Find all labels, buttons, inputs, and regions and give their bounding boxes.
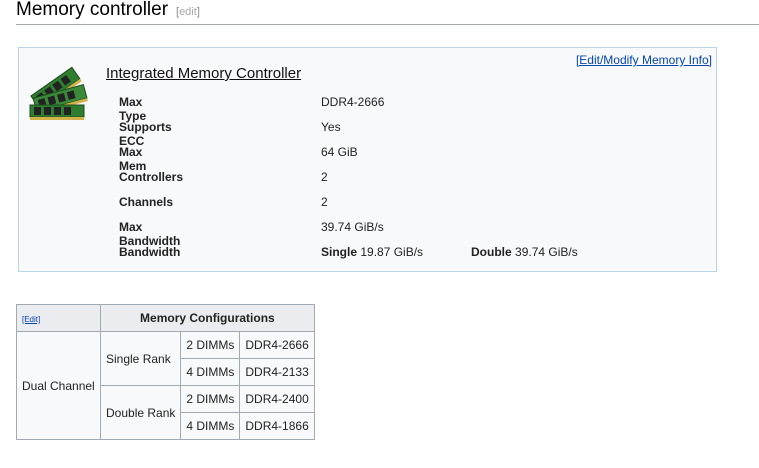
bandwidth-single-value: 19.87 GiB/s — [360, 245, 424, 259]
spec-label: Supports ECC — [119, 120, 172, 148]
bandwidth-double-value: 39.74 GiB/s — [515, 245, 578, 259]
bandwidth-single-label: Single — [321, 245, 358, 259]
memory-card-title: Integrated Memory Controller — [106, 65, 302, 82]
section-edit-link[interactable]: edit — [179, 6, 197, 18]
spec-label: Bandwidth — [119, 245, 181, 259]
spec-label: Max Bandwidth — [119, 220, 181, 248]
type-cell: DDR4-1866 — [239, 412, 315, 440]
spec-label: Controllers — [119, 170, 184, 184]
table-header-row: [Edit] Memory Configurations — [16, 304, 315, 332]
table-edit-link[interactable]: [Edit] — [22, 315, 40, 324]
bandwidth-double-label: Double — [471, 245, 512, 259]
memory-info-card: [Edit/Modify Memory Info] Integrated Mem… — [18, 47, 717, 272]
dimms-cell: 2 DIMMs — [180, 385, 241, 413]
type-cell: DDR4-2400 — [239, 385, 315, 413]
dimms-cell: 4 DIMMs — [180, 358, 241, 386]
rank-cell: Double Rank — [99, 385, 182, 440]
spec-label: Max Mem — [119, 145, 147, 173]
memory-configurations-table: [Edit] Memory Configurations Dual Channe… — [16, 304, 315, 440]
memory-module-icon — [29, 66, 88, 120]
section-heading: Memory controller [edit] — [16, 0, 759, 25]
spec-label: Max Type — [119, 95, 147, 123]
table-title: Memory Configurations — [100, 304, 315, 332]
bandwidth-single: Single 19.87 GiB/s — [321, 245, 423, 259]
spec-value: 64 GiB — [321, 145, 358, 159]
table-row: Dual Channel Single Rank 2 DIMMs DDR4-26… — [16, 331, 315, 440]
spec-value: 39.74 GiB/s — [321, 220, 384, 234]
dimms-cell: 2 DIMMs — [180, 331, 241, 359]
type-cell: DDR4-2133 — [239, 358, 315, 386]
dimms-cell: 4 DIMMs — [180, 412, 241, 440]
spec-value: DDR4-2666 — [321, 95, 385, 109]
spec-value: 2 — [321, 195, 328, 209]
spec-value: 2 — [321, 170, 328, 184]
section-title: Memory controller — [16, 0, 169, 20]
section-edit: [edit] — [176, 6, 200, 18]
spec-label: Channels — [119, 195, 174, 209]
table-edit-cell: [Edit] — [16, 304, 101, 332]
rank-cell: Single Rank — [99, 331, 182, 386]
bandwidth-double: Double 39.74 GiB/s — [471, 245, 578, 259]
channel-cell: Dual Channel — [16, 331, 101, 440]
edit-memory-info-link[interactable]: [Edit/Modify Memory Info] — [576, 53, 712, 67]
spec-value: Yes — [321, 120, 341, 134]
type-cell: DDR4-2666 — [239, 331, 315, 359]
